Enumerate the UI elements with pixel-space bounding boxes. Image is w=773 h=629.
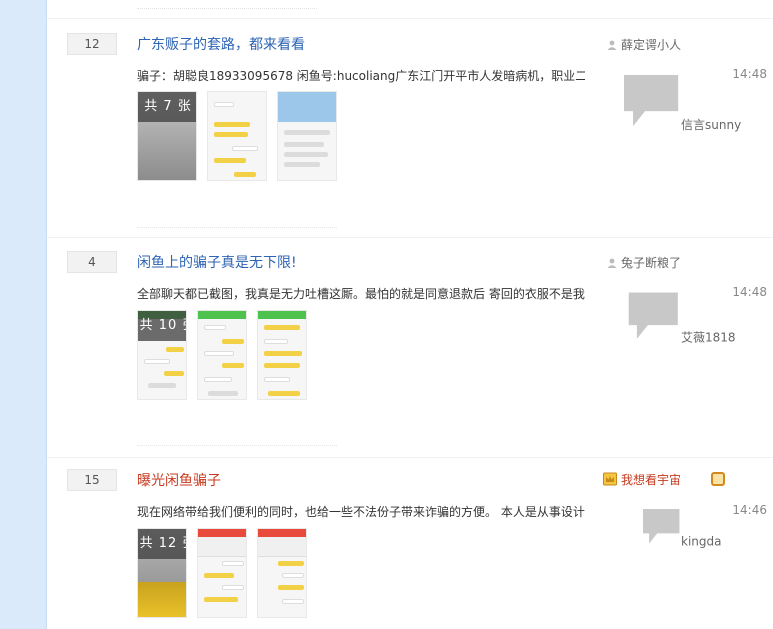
thread-item: 4 闲鱼上的骗子真是无下限! 兔子断粮了 全部聊天都已截图，我真是无力吐槽这厮。… — [47, 239, 773, 458]
replier-name: 艾薇1818 — [681, 330, 736, 345]
thread-author[interactable]: 兔子断粮了 — [607, 254, 681, 271]
author-name: 兔子断粮了 — [620, 256, 681, 270]
image-count-tag: 共 7 张 — [138, 92, 196, 122]
thread-image[interactable] — [277, 91, 337, 181]
thread-abstract: 全部聊天都已截图，我真是无力吐槽这厮。最怕的就是同意退款后 寄回的衣服不是我..… — [137, 287, 585, 301]
reply-icon — [629, 292, 679, 339]
thread-title[interactable]: 闲鱼上的骗子真是无下限! — [137, 252, 297, 272]
user-icon — [607, 40, 617, 50]
image-count-tag: 共 10 张 — [138, 311, 186, 341]
author-name: 薛定谔小人 — [620, 38, 681, 52]
thread-author[interactable]: 我想看宇宙 — [602, 471, 681, 488]
thread-author[interactable]: 薛定谔小人 — [607, 36, 681, 53]
thread-image[interactable] — [207, 91, 267, 181]
thread-item: 15 曝光闲鱼骗子 我想看宇宙 现在网络带给我们便利的同时，也给一些不法份子带来… — [47, 459, 773, 629]
crown-icon — [602, 472, 617, 486]
user-icon — [607, 258, 617, 268]
thread-image[interactable]: 共 12 张 — [137, 528, 187, 618]
left-rail — [0, 0, 47, 629]
thread-image[interactable]: 共 7 张 — [137, 91, 197, 181]
thread-image[interactable] — [197, 310, 247, 400]
thread-image[interactable] — [257, 310, 307, 400]
thread-title[interactable]: 广东贩子的套路，都来看看 — [137, 34, 305, 54]
thread-images: 共 10 张 — [137, 310, 307, 400]
thread-title[interactable]: 曝光闲鱼骗子 — [137, 470, 221, 490]
thread-item: 12 广东贩子的套路，都来看看 薛定谔小人 骗子：胡聪良18933095678 … — [47, 19, 773, 238]
thread-image[interactable] — [197, 528, 247, 618]
thread-list: 12 广东贩子的套路，都来看看 薛定谔小人 骗子：胡聪良18933095678 … — [47, 0, 773, 629]
reply-count: 4 — [67, 251, 117, 273]
reply-time: 14:48 — [732, 67, 767, 81]
thread-abstract: 骗子：胡聪良18933095678 闲鱼号:hucoliang广东江门开平市人发… — [137, 69, 585, 83]
divider — [137, 8, 317, 9]
divider — [137, 227, 337, 228]
last-replier[interactable]: 信言sunny — [621, 69, 741, 133]
thread-image[interactable]: 共 10 张 — [137, 310, 187, 400]
thread-images: 共 7 张 — [137, 91, 337, 181]
reply-icon — [623, 75, 678, 127]
thread-image[interactable] — [257, 528, 307, 618]
reply-count: 15 — [67, 469, 117, 491]
last-replier[interactable]: kingda — [641, 505, 721, 548]
reply-icon — [642, 509, 679, 544]
last-replier[interactable]: 艾薇1818 — [626, 287, 736, 346]
author-name: 我想看宇宙 — [620, 473, 681, 487]
divider — [137, 445, 337, 446]
reply-time: 14:48 — [732, 285, 767, 299]
thread-images: 共 12 张 — [137, 528, 307, 618]
medal-icon — [711, 472, 725, 486]
image-count-tag: 共 12 张 — [138, 529, 186, 559]
reply-time: 14:46 — [732, 503, 767, 517]
thread-abstract: 现在网络带给我们便利的同时，也给一些不法份子带来诈骗的方便。 本人是从事设计..… — [137, 505, 585, 519]
replier-name: 信言sunny — [681, 118, 742, 133]
reply-count: 12 — [67, 33, 117, 55]
replier-name: kingda — [681, 534, 722, 549]
